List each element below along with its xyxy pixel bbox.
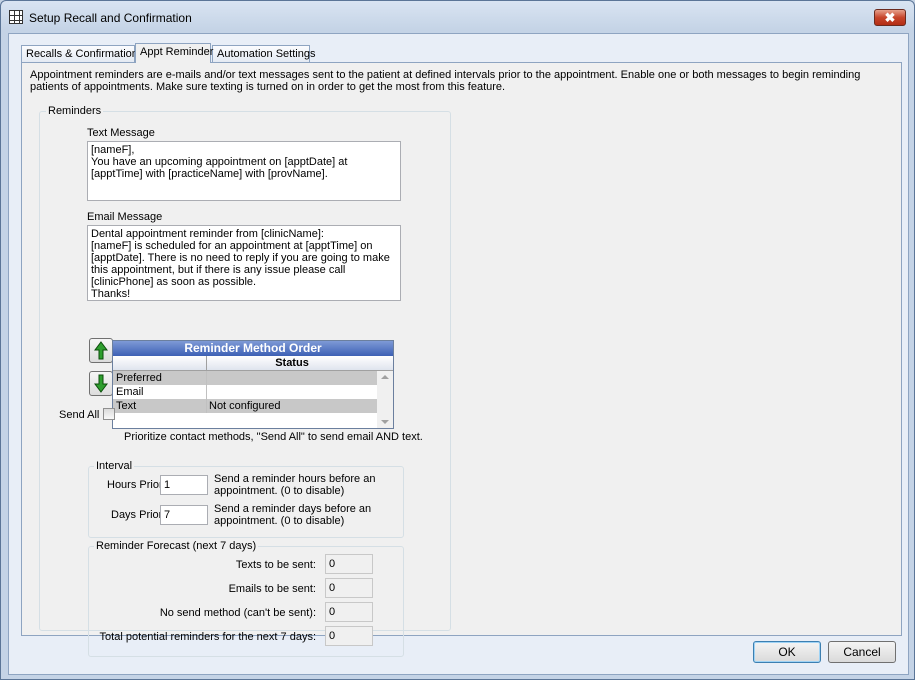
email-message-label: Email Message xyxy=(87,211,163,223)
title-bar[interactable]: Setup Recall and Confirmation ✖ xyxy=(1,1,914,33)
appt-reminder-panel: Appointment reminders are e-mails and/or… xyxy=(21,62,902,657)
send-all-label: Send All xyxy=(59,409,100,421)
texts-to-send-value: 0 xyxy=(325,554,373,574)
method-order-grid[interactable]: Reminder Method Order Status Preferred E… xyxy=(112,340,394,429)
emails-to-send-label: Emails to be sent: xyxy=(228,583,316,595)
hours-prior-label: Hours Prior xyxy=(107,479,163,491)
send-all-checkbox[interactable] xyxy=(103,408,115,420)
grid-header-status[interactable]: Status xyxy=(207,356,377,370)
days-prior-input[interactable]: 7 xyxy=(160,505,208,525)
no-send-method-label: No send method (can't be sent): xyxy=(159,607,316,619)
days-prior-desc: Send a reminder days before an appointme… xyxy=(214,503,372,527)
tab-recalls-confirmations[interactable]: Recalls & Confirmations xyxy=(21,45,143,62)
close-icon: ✖ xyxy=(884,10,896,25)
hours-prior-desc: Send a reminder hours before an appointm… xyxy=(214,473,376,497)
tab-automation-settings[interactable]: Automation Settings xyxy=(212,45,315,62)
grid-cell-status: Not configured xyxy=(209,400,281,412)
emails-to-send-value: 0 xyxy=(325,578,373,598)
forecast-legend: Reminder Forecast (next 7 days) xyxy=(94,540,259,552)
scroll-up-icon[interactable] xyxy=(381,375,389,379)
grid-header-method xyxy=(113,356,207,370)
close-button[interactable]: ✖ xyxy=(874,9,906,26)
grid-row-email[interactable]: Email xyxy=(113,385,377,399)
move-up-button[interactable] xyxy=(89,338,113,363)
grid-title: Reminder Method Order xyxy=(113,341,393,356)
method-order-hint: Prioritize contact methods, "Send All" t… xyxy=(124,431,423,443)
setup-recall-window: Setup Recall and Confirmation ✖ Recalls … xyxy=(0,0,915,680)
text-message-input[interactable]: [nameF], You have an upcoming appointmen… xyxy=(87,141,401,201)
grid-scrollbar[interactable] xyxy=(377,371,393,428)
tab-appt-reminder[interactable]: Appt Reminder xyxy=(135,43,213,63)
green-down-arrow-icon xyxy=(94,374,108,393)
client-area: Recalls & Confirmations Appt Reminder Au… xyxy=(8,33,909,675)
total-reminders-label: Total potential reminders for the next 7… xyxy=(99,631,316,643)
scroll-down-icon[interactable] xyxy=(381,420,389,424)
window-title: Setup Recall and Confirmation xyxy=(29,11,192,25)
move-down-button[interactable] xyxy=(89,371,113,396)
green-up-arrow-icon xyxy=(94,341,108,360)
email-message-input[interactable]: Dental appointment reminder from [clinic… xyxy=(87,225,401,301)
grid-cell-method: Preferred xyxy=(116,372,162,384)
grid-row-text[interactable]: Text Not configured xyxy=(113,399,377,413)
description-text: Appointment reminders are e-mails and/or… xyxy=(30,69,861,93)
hours-prior-input[interactable]: 1 xyxy=(160,475,208,495)
grid-header: Status xyxy=(113,356,393,371)
no-send-method-value: 0 xyxy=(325,602,373,622)
grid-cell-method: Email xyxy=(116,386,144,398)
texts-to-send-label: Texts to be sent: xyxy=(235,559,316,571)
grid-row-preferred[interactable]: Preferred xyxy=(113,371,377,385)
total-reminders-value: 0 xyxy=(325,626,373,646)
cancel-button[interactable]: Cancel xyxy=(828,641,896,663)
interval-legend: Interval xyxy=(94,460,135,472)
text-message-label: Text Message xyxy=(87,127,155,139)
ok-button[interactable]: OK xyxy=(753,641,821,663)
days-prior-label: Days Prior xyxy=(111,509,163,521)
grid-cell-method: Text xyxy=(116,400,137,412)
grid-app-icon xyxy=(9,10,23,24)
reminders-legend: Reminders xyxy=(46,105,104,117)
